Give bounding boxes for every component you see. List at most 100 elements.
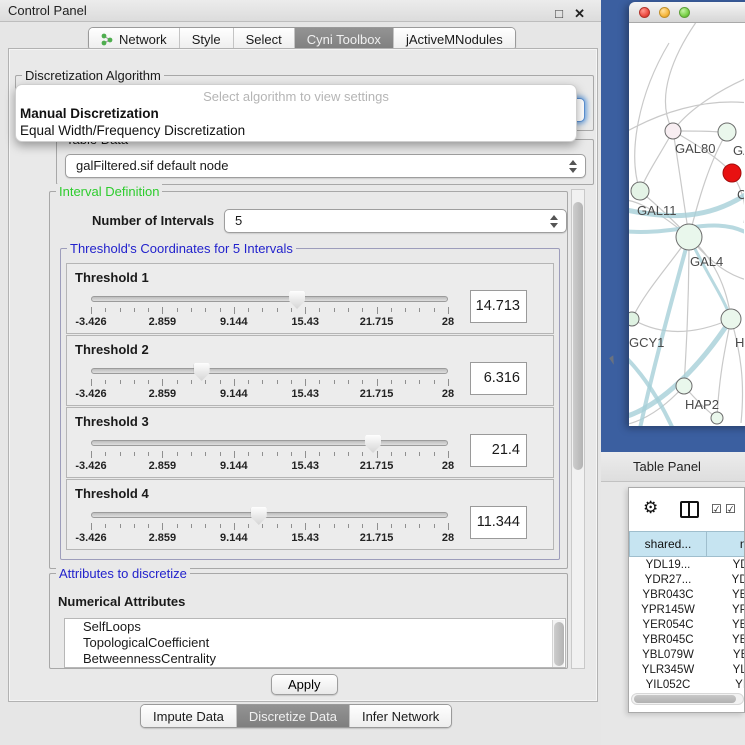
network-edge (640, 131, 673, 191)
threshold-slider[interactable]: -3.4262.8599.14415.4321.71528 (91, 438, 449, 476)
attribute-item[interactable]: TopologicalCoefficient (65, 635, 565, 651)
network-node[interactable] (676, 224, 702, 250)
minimize-traffic-light-icon[interactable] (659, 7, 670, 18)
slider-tick (391, 452, 392, 456)
column-header-name[interactable]: na (707, 531, 745, 557)
slider-track[interactable] (91, 296, 448, 302)
threshold-value-field[interactable]: 11.344 (470, 506, 527, 539)
close-traffic-light-icon[interactable] (639, 7, 650, 18)
slider-thumb-handle[interactable] (251, 507, 267, 525)
table-cell[interactable]: YLR345W (629, 663, 707, 678)
slider-track[interactable] (91, 512, 448, 518)
network-node[interactable] (665, 123, 681, 139)
tab-impute-data[interactable]: Impute Data (141, 705, 237, 727)
tab-jactivemnodules[interactable]: jActiveMNodules (394, 28, 515, 50)
slider-tick (405, 524, 406, 528)
float-window-icon[interactable]: □ (555, 3, 563, 25)
apply-button[interactable]: Apply (271, 674, 338, 695)
tab-select[interactable]: Select (234, 28, 295, 50)
zoom-traffic-light-icon[interactable] (679, 7, 690, 18)
table-cell[interactable]: YPR1 (707, 603, 745, 618)
attributes-list-scrollbar[interactable] (552, 620, 564, 668)
table-cell[interactable]: YBR0 (707, 588, 745, 603)
table-cell[interactable]: YIL0 (707, 678, 745, 689)
table-cell[interactable]: YIL052C (629, 678, 707, 689)
table-data-combobox[interactable]: galFiltered.sif default node (65, 154, 586, 178)
slider-scale-label: 28 (442, 460, 454, 472)
checkbox-icon[interactable]: ☑ (725, 502, 736, 516)
threshold-value-field[interactable]: 14.713 (470, 290, 527, 323)
table-cell[interactable]: YDR2 (707, 573, 745, 588)
table-cell[interactable]: YER054C (629, 618, 707, 633)
network-node[interactable] (721, 309, 741, 329)
table-cell[interactable]: YBR043C (629, 588, 707, 603)
network-edge (632, 237, 689, 319)
column-header-shared-name[interactable]: shared... (629, 531, 707, 557)
table-cell[interactable]: YBR0 (707, 633, 745, 648)
table-cell[interactable]: YDL1 (707, 558, 745, 573)
table-hscrollbar-thumb[interactable] (634, 695, 736, 703)
attributes-scrollbar-thumb[interactable] (554, 622, 564, 666)
slider-tick (391, 524, 392, 528)
network-node[interactable] (711, 412, 723, 424)
network-node[interactable] (718, 123, 736, 141)
table-cell[interactable]: YBL079W (629, 648, 707, 663)
threshold-slider[interactable]: -3.4262.8599.14415.4321.71528 (91, 294, 449, 332)
tab-cyni-toolbox[interactable]: Cyni Toolbox (295, 28, 394, 50)
attribute-item[interactable]: BetweennessCentrality (65, 651, 565, 667)
table-horizontal-scrollbar[interactable] (631, 693, 744, 705)
tab-infer-network[interactable]: Infer Network (350, 705, 451, 727)
network-view-window[interactable]: GAL80GACGAL11GAL4GCY1HHAP2 (629, 2, 745, 426)
network-node[interactable] (631, 182, 649, 200)
algorithm-option-equal-width[interactable]: Equal Width/Frequency Discretization (16, 122, 576, 139)
tab-network[interactable]: Network (89, 28, 180, 50)
threshold-panel: Threshold 1 -3.4262.8599.14415.4321.7152… (66, 263, 554, 334)
table-row[interactable]: YPR145WYPR1 (629, 603, 745, 618)
network-node[interactable] (629, 312, 639, 326)
table-row[interactable]: YBR045CYBR0 (629, 633, 745, 648)
table-row[interactable]: YBL079WYBL0 (629, 648, 745, 663)
slider-thumb-handle[interactable] (365, 435, 381, 453)
algorithm-placeholder-option[interactable]: Select algorithm to view settings (16, 85, 576, 105)
slider-thumb-handle[interactable] (194, 363, 210, 381)
gear-icon[interactable]: ⚙ (643, 498, 658, 518)
slider-scale-label: 28 (442, 316, 454, 328)
tab-style[interactable]: Style (180, 28, 234, 50)
slider-track[interactable] (91, 440, 448, 446)
slider-tick (120, 380, 121, 384)
attribute-item[interactable]: SelfLoops (65, 619, 565, 635)
table-cell[interactable]: YDR27... (629, 573, 707, 588)
number-of-intervals-combobox[interactable]: 5 (224, 209, 567, 233)
table-cell[interactable]: YLR3 (707, 663, 745, 678)
table-row[interactable]: YIL052CYIL0 (629, 678, 745, 689)
table-cell[interactable]: YBR045C (629, 633, 707, 648)
table-row[interactable]: YBR043CYBR0 (629, 588, 745, 603)
numerical-attributes-list[interactable]: SelfLoops TopologicalCoefficient Between… (64, 618, 566, 668)
tab-discretize-data[interactable]: Discretize Data (237, 705, 350, 727)
table-row[interactable]: YDL19...YDL1 (629, 558, 745, 573)
table-cell[interactable]: YDL19... (629, 558, 707, 573)
slider-track[interactable] (91, 368, 448, 374)
table-row[interactable]: YER054CYER0 (629, 618, 745, 633)
threshold-slider[interactable]: -3.4262.8599.14415.4321.71528 (91, 366, 449, 404)
slider-tick (220, 380, 221, 384)
network-canvas[interactable]: GAL80GACGAL11GAL4GCY1HHAP2 (629, 23, 745, 426)
algorithm-option-manual[interactable]: Manual Discretization (16, 105, 576, 122)
threshold-value-field[interactable]: 21.4 (470, 434, 527, 467)
network-node[interactable] (723, 164, 741, 182)
network-window-titlebar[interactable] (629, 2, 745, 23)
table-cell[interactable]: YER0 (707, 618, 745, 633)
checkbox-icon[interactable]: ☑ (711, 502, 722, 516)
table-cell[interactable]: YBL0 (707, 648, 745, 663)
split-column-icon[interactable] (680, 501, 699, 518)
network-node[interactable] (676, 378, 692, 394)
slider-thumb-handle[interactable] (289, 291, 305, 309)
close-icon[interactable]: ✕ (574, 3, 585, 25)
settings-scrollbar-thumb[interactable] (573, 202, 583, 470)
threshold-value-field[interactable]: 6.316 (470, 362, 527, 395)
table-cell[interactable]: YPR145W (629, 603, 707, 618)
threshold-slider[interactable]: -3.4262.8599.14415.4321.71528 (91, 510, 449, 548)
table-row[interactable]: YLR345WYLR3 (629, 663, 745, 678)
settings-scrollbar[interactable] (571, 189, 585, 669)
table-row[interactable]: YDR27...YDR2 (629, 573, 745, 588)
